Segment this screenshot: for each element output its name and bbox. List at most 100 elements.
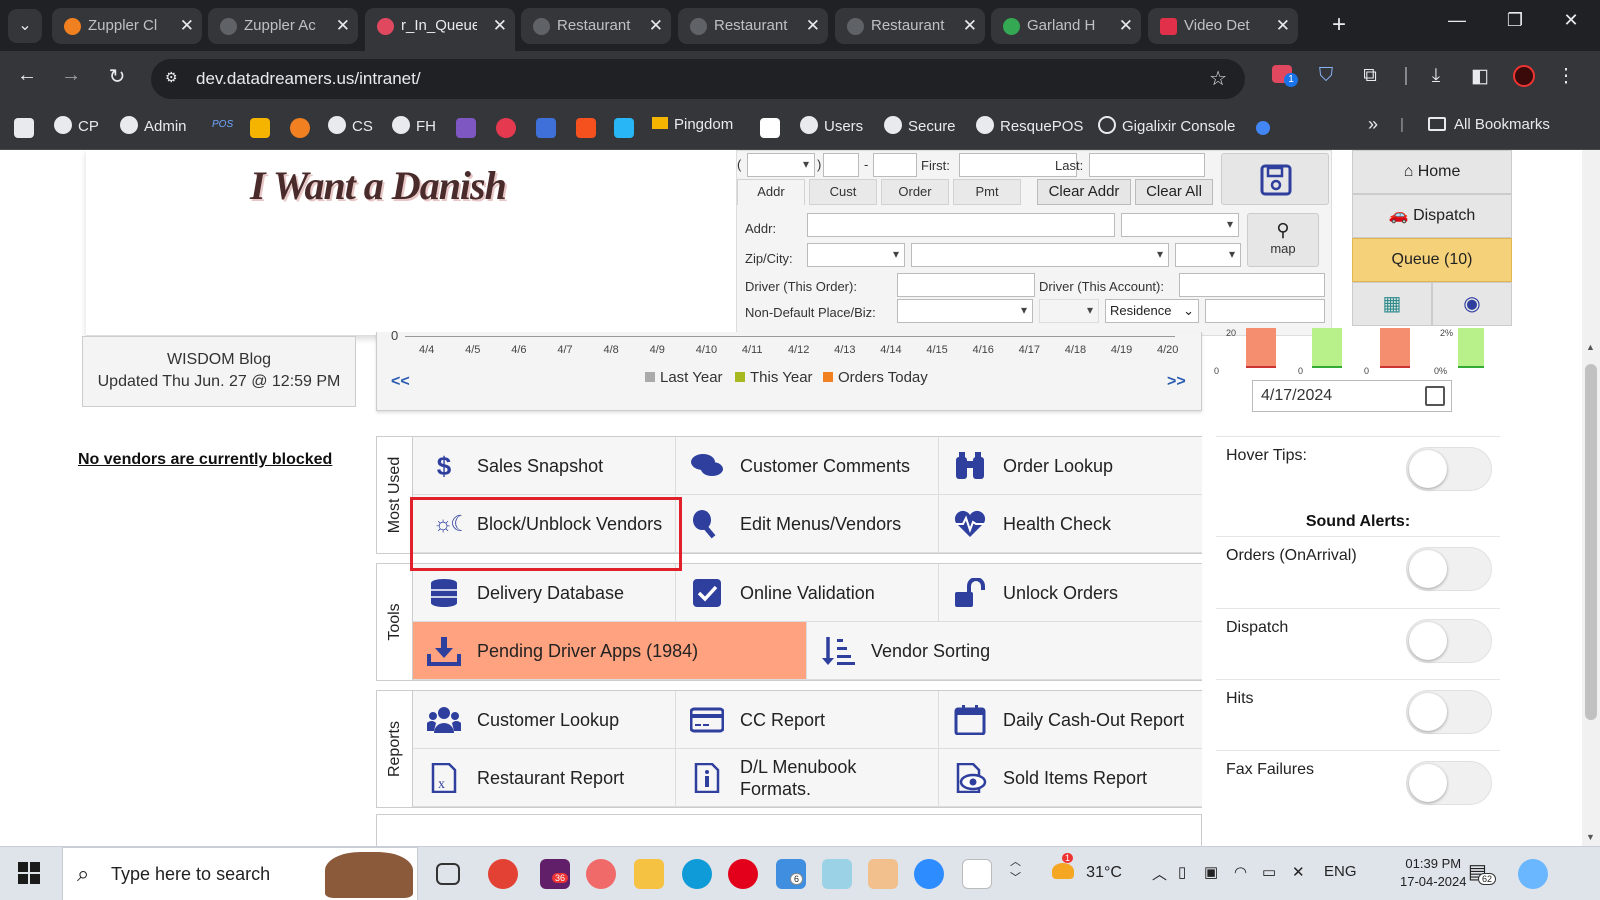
more-menu-icon[interactable]: ⋮ (1552, 65, 1580, 88)
all-bookmarks-button[interactable]: All Bookmarks (1428, 116, 1550, 133)
battery-icon[interactable]: ▭ (1262, 863, 1276, 881)
extension-icon[interactable]: 1 (1268, 65, 1298, 89)
download-icon[interactable]: ⤓ (1422, 65, 1450, 87)
tab-search-button[interactable]: ⌄ (8, 9, 42, 43)
side-panel-icon[interactable]: ◧ (1466, 65, 1494, 88)
bookmark-gigalixir[interactable]: Gigalixir Console (1098, 116, 1235, 135)
page-scrollbar[interactable]: ▲ ▼ (1582, 150, 1600, 846)
browser-tab[interactable]: Restaurant ✕ (678, 8, 828, 44)
address-unit-select[interactable] (1121, 213, 1239, 237)
bookmark-orange-icon[interactable] (290, 118, 310, 138)
zoom-taskbar-icon[interactable] (914, 859, 944, 889)
vendor-sorting-button[interactable]: Vendor Sorting (807, 622, 1202, 680)
hover-tips-toggle[interactable] (1406, 447, 1492, 491)
place-name-input[interactable] (1205, 299, 1325, 323)
bookmark-squares-icon[interactable] (614, 118, 634, 138)
map-button[interactable]: ⚲ map (1247, 213, 1319, 267)
asana-taskbar-icon[interactable] (586, 859, 616, 889)
paint-taskbar-icon[interactable] (868, 859, 898, 889)
bookmark-p-icon[interactable] (760, 118, 780, 138)
phone-prefix-input[interactable] (823, 153, 859, 177)
clear-addr-button[interactable]: Clear Addr (1037, 179, 1131, 205)
chrome-taskbar-icon[interactable] (488, 859, 518, 889)
dispatch-alert-toggle[interactable] (1406, 619, 1492, 663)
pending-driver-apps-button[interactable]: Pending Driver Apps (1984) (413, 622, 807, 680)
zip-select[interactable] (807, 243, 905, 267)
bookmark-secure[interactable]: Secure (884, 116, 956, 135)
hits-toggle[interactable] (1406, 690, 1492, 734)
restaurant-report-button[interactable]: x Restaurant Report (413, 749, 676, 807)
wifi-icon[interactable]: ◠ (1234, 863, 1247, 881)
file-explorer-icon[interactable] (634, 859, 664, 889)
browser-tab[interactable]: Zuppler Ac ✕ (208, 8, 358, 44)
scroll-down-icon[interactable]: ▼ (1586, 832, 1595, 842)
task-view-icon[interactable] (436, 863, 460, 885)
close-icon[interactable]: ✕ (806, 8, 820, 44)
queue-button[interactable]: Queue (10) (1352, 238, 1512, 282)
last-name-input[interactable] (1089, 153, 1205, 177)
dispatch-button[interactable]: 🚗 Dispatch (1352, 194, 1512, 238)
bookmark-star-icon[interactable]: ☆ (1209, 66, 1227, 91)
edit-menus-vendors-button[interactable]: Edit Menus/Vendors (676, 495, 939, 553)
bookmark-cp[interactable]: CP (54, 116, 99, 135)
app-taskbar-icon[interactable] (822, 859, 852, 889)
bookmark-100-icon[interactable] (14, 118, 34, 138)
scrollbar-thumb[interactable] (1585, 364, 1597, 720)
chevron-up-icon[interactable]: ︿ (1152, 863, 1167, 884)
forward-button[interactable]: → (56, 64, 86, 87)
bookmark-b-icon[interactable] (536, 118, 556, 138)
bookmark-dots-icon[interactable] (1256, 121, 1270, 135)
save-button[interactable] (1221, 153, 1329, 205)
bookmark-colorful-icon[interactable] (250, 118, 270, 138)
cc-report-button[interactable]: CC Report (676, 691, 939, 749)
calendar-icon[interactable] (1425, 386, 1445, 406)
delivery-database-button[interactable]: Delivery Database (413, 564, 676, 622)
orders-on-arrival-toggle[interactable] (1406, 547, 1492, 591)
bookmark-fh[interactable]: FH (392, 116, 436, 135)
omnibox[interactable]: ⚙ dev.datadreamers.us/intranet/ ☆ (151, 59, 1245, 99)
site-logo[interactable]: I Want a Danish (250, 162, 507, 209)
phone-area-select[interactable] (747, 153, 815, 177)
non-default-place-select[interactable] (897, 299, 1033, 323)
globe-button[interactable]: ◉ (1432, 282, 1512, 326)
new-tab-button[interactable]: + (1322, 9, 1356, 43)
dl-menubook-formats-button[interactable]: D/L Menubook Formats. (676, 749, 939, 807)
tab-order[interactable]: Order (881, 179, 949, 205)
taskbar-search[interactable]: ⌕ Type here to search (62, 847, 418, 900)
device-icon[interactable]: ▯ (1178, 863, 1186, 881)
close-icon[interactable]: ✕ (963, 8, 977, 44)
shield-extension-icon[interactable]: ⛉ (1312, 65, 1340, 87)
system-clock[interactable]: 01:39 PM 17-04-2024 (1400, 855, 1467, 891)
bookmark-pingdom[interactable]: Pingdom (652, 116, 733, 133)
tab-pmt[interactable]: Pmt (953, 179, 1021, 205)
close-icon[interactable]: ✕ (649, 8, 663, 44)
copilot-icon[interactable] (1518, 859, 1548, 889)
bookmark-admin[interactable]: Admin (120, 116, 187, 135)
fax-failures-toggle[interactable] (1406, 761, 1492, 805)
start-button[interactable] (18, 862, 40, 884)
bookmarks-overflow-button[interactable]: » (1368, 114, 1378, 135)
back-button[interactable]: ← (12, 64, 42, 87)
clear-all-button[interactable]: Clear All (1135, 179, 1213, 205)
minimize-button[interactable]: — (1432, 10, 1482, 31)
bookmark-users[interactable]: Users (800, 116, 863, 135)
sales-snapshot-button[interactable]: $ Sales Snapshot (413, 437, 676, 495)
home-button[interactable]: ⌂ Home (1352, 150, 1512, 194)
browser-tab[interactable]: Garland H ✕ (991, 8, 1141, 44)
bookmark-target-icon[interactable] (496, 118, 516, 138)
customer-lookup-button[interactable]: Customer Lookup (413, 691, 676, 749)
site-info-icon[interactable]: ⚙ (165, 69, 185, 89)
slack-taskbar-icon[interactable]: 36 (540, 859, 570, 889)
customer-comments-button[interactable]: Customer Comments (676, 437, 939, 495)
legend-this-year[interactable]: This Year (735, 369, 813, 386)
browser-tab[interactable]: Video Det ✕ (1148, 8, 1298, 44)
city-select[interactable] (911, 243, 1169, 267)
edge-taskbar-icon[interactable] (682, 859, 712, 889)
blank-app-taskbar-icon[interactable] (962, 859, 992, 889)
bookmark-h-icon[interactable] (456, 118, 476, 138)
chart-next-button[interactable]: >> (1167, 373, 1186, 391)
browser-tab[interactable]: Restaurant ✕ (521, 8, 671, 44)
tab-addr[interactable]: Addr (737, 179, 805, 205)
todo-taskbar-icon[interactable]: 6 (776, 859, 806, 889)
residence-select[interactable]: Residence ⌄ (1105, 299, 1199, 323)
